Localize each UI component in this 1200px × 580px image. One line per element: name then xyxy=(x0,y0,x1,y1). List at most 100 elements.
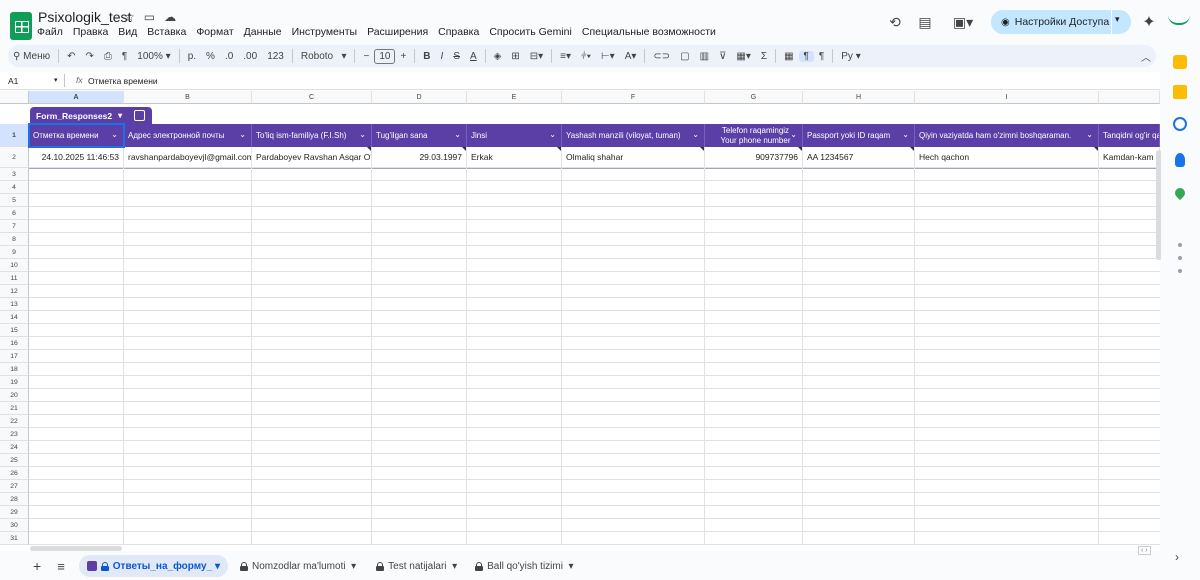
table-cell[interactable]: 24.10.2025 11:46:53 xyxy=(29,147,124,168)
row-header-14[interactable]: 14 xyxy=(0,311,29,324)
functions-icon[interactable]: Σ xyxy=(756,51,772,62)
row-header-3[interactable]: 3 xyxy=(0,168,29,181)
table-header-cell[interactable]: Telefon raqamingiz Your phone number ⌄ xyxy=(705,124,803,147)
row-header-16[interactable]: 16 xyxy=(0,337,29,350)
menu-help[interactable]: Справка xyxy=(438,26,484,38)
insert-chart-icon[interactable]: ▥ xyxy=(695,51,714,62)
menu-format[interactable]: Формат xyxy=(196,26,238,38)
merge-cells-icon[interactable]: ⊟▾ xyxy=(525,51,548,62)
menu-edit[interactable]: Правка xyxy=(73,26,113,38)
row-header-29[interactable]: 29 xyxy=(0,506,29,519)
sheet-menu-icon[interactable]: ▾ xyxy=(452,561,457,572)
menu-insert[interactable]: Вставка xyxy=(147,26,191,38)
menu-extensions[interactable]: Расширения xyxy=(367,26,433,38)
row-header-5[interactable]: 5 xyxy=(0,194,29,207)
calendar-icon[interactable] xyxy=(1173,55,1187,69)
font-size-decrease-button[interactable]: − xyxy=(358,51,374,62)
column-header-f[interactable]: F xyxy=(562,91,705,104)
table-header-cell[interactable]: Jinsi ⌄ xyxy=(467,124,562,147)
font-size-input[interactable]: 10 xyxy=(374,48,396,64)
currency-button[interactable]: р. xyxy=(183,51,201,62)
column-header-i[interactable]: I xyxy=(915,91,1099,104)
row-header-30[interactable]: 30 xyxy=(0,519,29,532)
meet-icon[interactable]: ▣▾ xyxy=(948,10,978,34)
font-select[interactable]: Roboto ▾ xyxy=(296,51,352,62)
table-header-cell[interactable]: Passport yoki ID raqam ⌄ xyxy=(803,124,915,147)
row-header-22[interactable]: 22 xyxy=(0,415,29,428)
column-header-e[interactable]: E xyxy=(467,91,562,104)
header-dropdown-icon[interactable]: ⌄ xyxy=(359,130,366,139)
sheet-menu-icon[interactable]: ▾ xyxy=(215,561,220,572)
all-sheets-icon[interactable]: ≡ xyxy=(57,559,65,574)
font-size-increase-button[interactable]: + xyxy=(395,51,411,62)
select-all-corner[interactable] xyxy=(0,91,29,104)
text-wrap-icon[interactable]: ⊢▾ xyxy=(596,51,620,62)
table-header-cell[interactable]: Qiyin vaziyatda ham o'zimni boshqaraman.… xyxy=(915,124,1099,147)
more-formats-button[interactable]: 123 xyxy=(262,51,289,62)
header-dropdown-icon[interactable]: ⌄ xyxy=(692,130,699,139)
table-header-cell[interactable]: Адрес электронной почты ⌄ xyxy=(124,124,252,147)
undo-icon[interactable]: ↶ xyxy=(62,51,80,62)
menu-file[interactable]: Файл xyxy=(37,26,68,38)
bold-button[interactable]: B xyxy=(418,51,435,62)
column-header-a[interactable]: A xyxy=(29,91,124,104)
row-header-31[interactable]: 31 xyxy=(0,532,29,545)
column-header-d[interactable]: D xyxy=(372,91,467,104)
selected-cell-a1[interactable] xyxy=(28,123,125,148)
share-dropdown-icon[interactable]: ▾ xyxy=(1115,14,1120,25)
strikethrough-button[interactable]: S xyxy=(448,51,465,62)
header-dropdown-icon[interactable]: ⌄ xyxy=(790,130,797,140)
filter-views-icon[interactable]: ▦▾ xyxy=(731,51,755,62)
row-header-10[interactable]: 10 xyxy=(0,259,29,272)
borders-icon[interactable]: ⊞ xyxy=(506,51,524,62)
star-icon[interactable]: ☆ xyxy=(124,10,135,24)
share-button[interactable]: ◉ Настройки Доступа ▾ xyxy=(991,10,1131,34)
header-dropdown-icon[interactable]: ⌄ xyxy=(902,130,909,139)
decrease-decimal-button[interactable]: .0 xyxy=(220,51,238,62)
sheets-logo-icon[interactable] xyxy=(10,12,32,40)
sheet-tab-test-natijalari[interactable]: Test natijalari ▾ xyxy=(368,555,465,577)
table-cell[interactable]: Pardaboyev Ravshan Asqar O'g xyxy=(252,147,372,168)
add-sheet-icon[interactable]: + xyxy=(33,558,41,574)
column-header-g[interactable]: G xyxy=(705,91,803,104)
row-header-4[interactable]: 4 xyxy=(0,181,29,194)
text-rotation-icon[interactable]: A▾ xyxy=(620,51,642,62)
gemini-icon[interactable]: ✦ xyxy=(1136,10,1162,34)
italic-button[interactable]: I xyxy=(436,51,449,62)
cloud-status-icon[interactable]: ☁ xyxy=(164,10,176,24)
row-header-20[interactable]: 20 xyxy=(0,389,29,402)
table-view-icon[interactable] xyxy=(134,110,145,121)
row-header-11[interactable]: 11 xyxy=(0,272,29,285)
row-header-25[interactable]: 25 xyxy=(0,454,29,467)
row-header-28[interactable]: 28 xyxy=(0,493,29,506)
table-cell[interactable]: AA 1234567 xyxy=(803,147,915,168)
menu-ask-gemini[interactable]: Спросить Gemini xyxy=(489,26,577,38)
header-dropdown-icon[interactable]: ⌄ xyxy=(454,130,461,139)
row-header-18[interactable]: 18 xyxy=(0,363,29,376)
table-cell[interactable]: Olmaliq shahar xyxy=(562,147,705,168)
align-vertical-icon[interactable]: ⫩▾ xyxy=(576,51,596,62)
expand-panel-icon[interactable]: › xyxy=(1175,550,1179,564)
percent-button[interactable]: % xyxy=(201,51,220,62)
row-header-12[interactable]: 12 xyxy=(0,285,29,298)
sheet-menu-icon[interactable]: ▾ xyxy=(569,561,574,572)
row-header-24[interactable]: 24 xyxy=(0,441,29,454)
column-header-b[interactable]: B xyxy=(124,91,252,104)
move-folder-icon[interactable]: ▭ xyxy=(144,10,155,24)
formula-input[interactable]: Отметка времени xyxy=(88,76,158,86)
row-header-1[interactable]: 1 xyxy=(0,124,29,147)
row-header-26[interactable]: 26 xyxy=(0,467,29,480)
table-menu-dropdown-icon[interactable]: ▾ xyxy=(118,111,122,120)
account-logo-icon[interactable] xyxy=(1168,15,1190,25)
menu-tools[interactable]: Инструменты xyxy=(292,26,362,38)
row-header-21[interactable]: 21 xyxy=(0,402,29,415)
column-header-j[interactable] xyxy=(1099,91,1160,104)
increase-decimal-button[interactable]: .00 xyxy=(238,51,262,62)
zoom-select[interactable]: 100% ▾ xyxy=(132,51,175,62)
document-title[interactable]: Psixologik_test xyxy=(38,9,131,25)
comments-icon[interactable]: ▤ xyxy=(912,10,938,34)
align-horizontal-icon[interactable]: ≡▾ xyxy=(555,51,576,62)
rtl-text-icon[interactable]: ¶ xyxy=(814,51,829,62)
maps-icon[interactable] xyxy=(1172,185,1188,201)
sheet-tab-nomzodlar[interactable]: Nomzodlar ma'lumoti ▾ xyxy=(232,555,364,577)
